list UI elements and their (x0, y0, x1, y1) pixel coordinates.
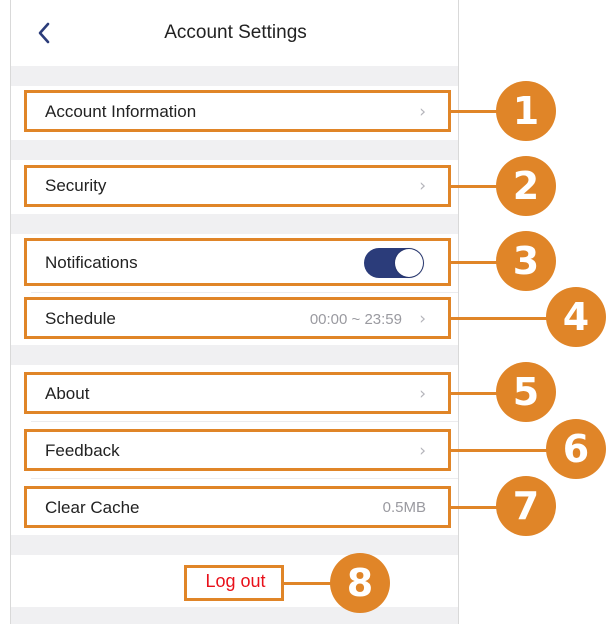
feedback-row[interactable]: Feedback › (11, 422, 458, 478)
callout-leader-8 (284, 582, 334, 585)
callout-badge-5: 5 (496, 362, 556, 422)
callout-badge-2: 2 (496, 156, 556, 216)
callout-leader-6 (451, 449, 551, 452)
section-gap (11, 140, 458, 160)
notifications-label: Notifications (45, 253, 138, 272)
account-information-label: Account Information (45, 102, 197, 121)
page-title: Account Settings (164, 22, 307, 43)
cache-size-value: 0.5MB (382, 499, 426, 516)
schedule-label: Schedule (45, 309, 116, 328)
stage: Account Settings Account Information › S… (0, 0, 611, 624)
phone-screen: Account Settings Account Information › S… (10, 0, 459, 624)
callout-badge-3: 3 (496, 231, 556, 291)
feedback-label: Feedback (45, 441, 120, 460)
security-label: Security (45, 176, 107, 195)
callout-leader-4 (451, 317, 551, 320)
toggle-knob (395, 249, 423, 277)
callout-leader-3 (451, 261, 501, 264)
section-gap (11, 535, 458, 555)
section-gap (11, 66, 458, 86)
security-row[interactable]: Security › (11, 160, 458, 214)
section-gap (11, 607, 458, 624)
callout-leader-5 (451, 392, 501, 395)
callout-badge-1: 1 (496, 81, 556, 141)
chevron-right-icon: › (419, 102, 426, 122)
schedule-row[interactable]: Schedule 00:00 ~ 23:59 › (11, 293, 458, 345)
about-row[interactable]: About › (11, 365, 458, 421)
logout-row: Log out (11, 555, 458, 607)
about-label: About (45, 384, 90, 403)
account-information-row[interactable]: Account Information › (11, 86, 458, 140)
callout-leader-7 (451, 506, 501, 509)
callout-badge-8: 8 (330, 553, 390, 613)
notifications-toggle[interactable] (364, 248, 424, 278)
chevron-right-icon: › (419, 176, 426, 196)
schedule-value: 00:00 ~ 23:59 (309, 311, 402, 328)
clear-cache-row[interactable]: Clear Cache 0.5MB (11, 479, 458, 535)
chevron-right-icon: › (419, 309, 426, 329)
notifications-row: Notifications (11, 234, 458, 292)
callout-badge-4: 4 (546, 287, 606, 347)
header-bar: Account Settings (11, 0, 458, 66)
callout-leader-2 (451, 185, 501, 188)
callout-badge-6: 6 (546, 419, 606, 479)
callout-badge-7: 7 (496, 476, 556, 536)
chevron-right-icon: › (419, 441, 426, 461)
clear-cache-label: Clear Cache (45, 498, 140, 517)
callout-leader-1 (451, 110, 501, 113)
logout-button[interactable]: Log out (11, 571, 458, 592)
section-gap (11, 214, 458, 234)
section-gap (11, 345, 458, 365)
chevron-right-icon: › (419, 384, 426, 404)
